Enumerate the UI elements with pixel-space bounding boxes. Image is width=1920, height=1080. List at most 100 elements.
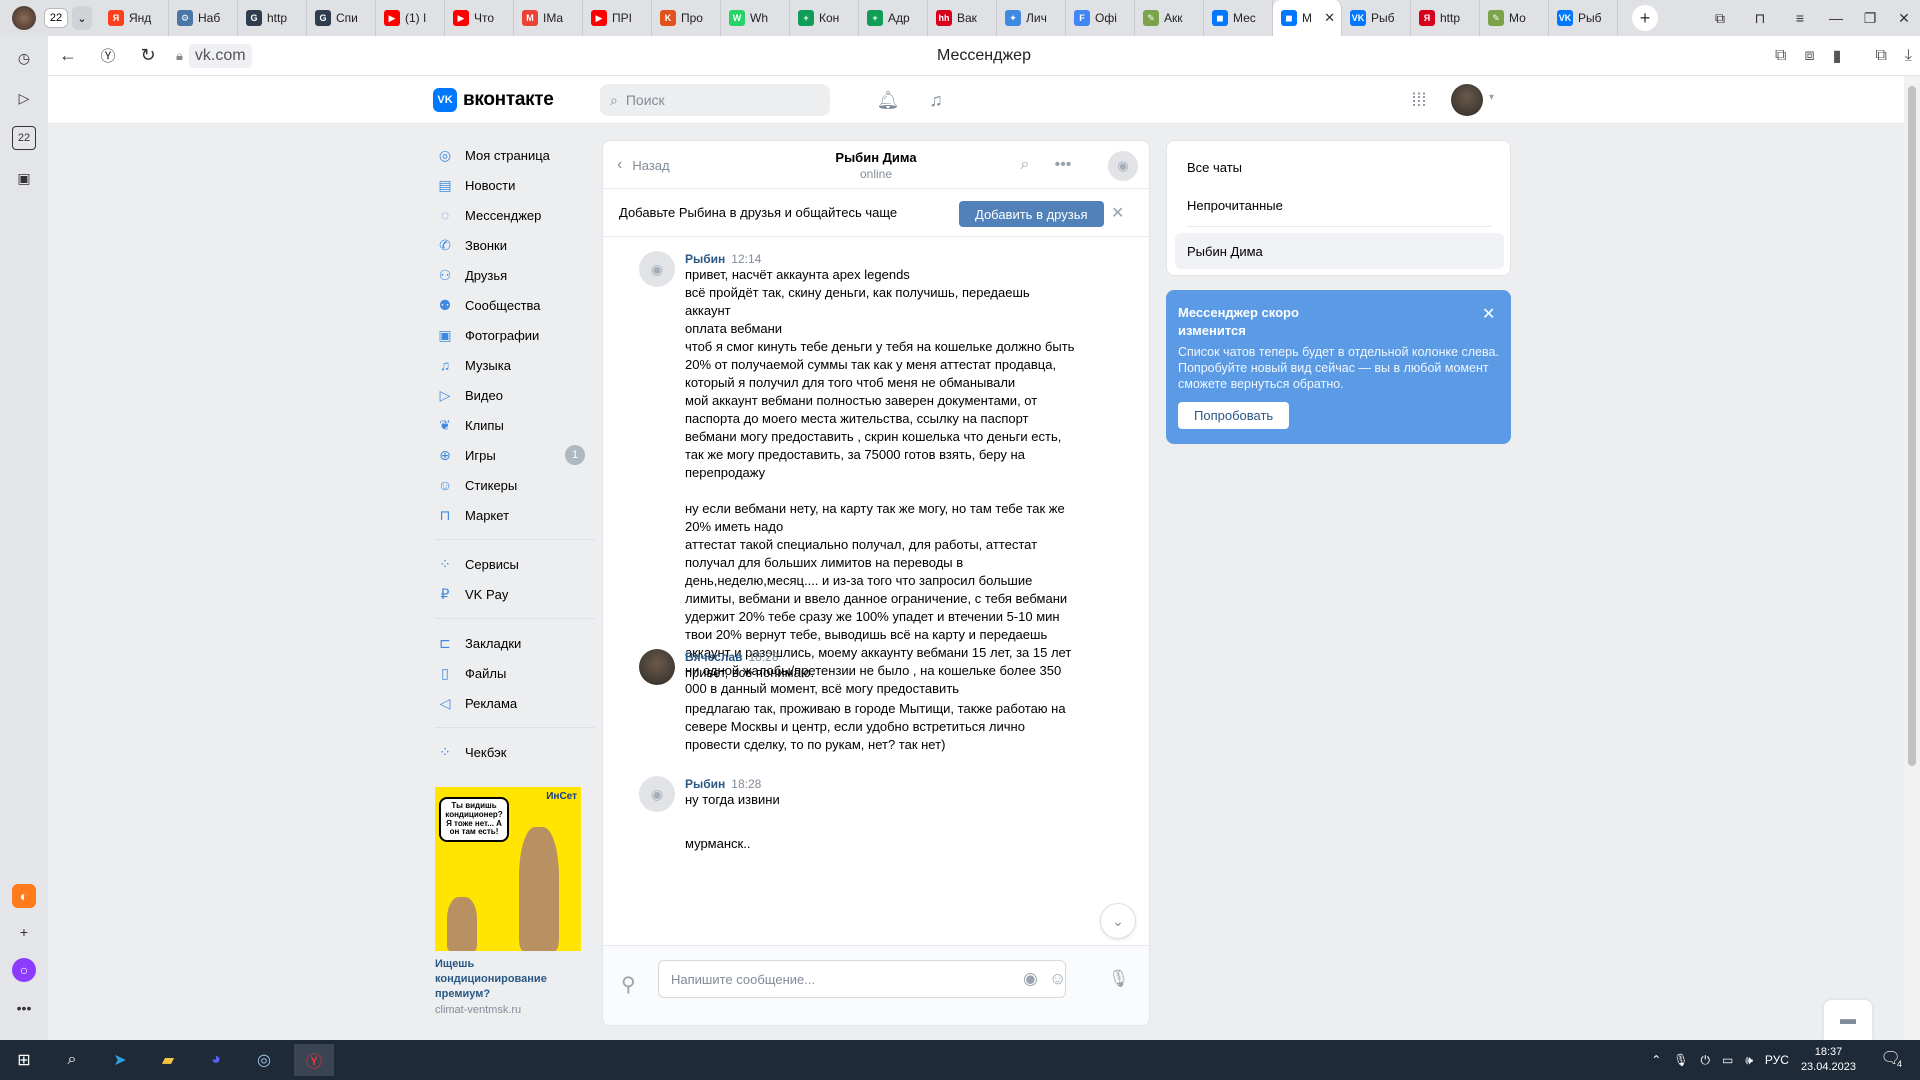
bookmark-page-icon[interactable]: ▮ (1833, 46, 1842, 66)
nav-item[interactable]: ☺ Стикеры (435, 470, 595, 500)
history-icon[interactable]: ◷ (12, 46, 36, 70)
nav-item[interactable]: ❦ Клипы (435, 410, 595, 440)
steam-icon[interactable]: ◎ (244, 1044, 284, 1076)
yandex-browser-icon[interactable]: Ⓨ (294, 1044, 334, 1076)
nav-item[interactable]: ₽ VK Pay (435, 579, 595, 609)
nav-item[interactable]: ⚇ Друзья (435, 260, 595, 290)
file-explorer-icon[interactable]: ▰ (148, 1044, 188, 1076)
message-author[interactable]: Вячеслав (685, 650, 743, 664)
power-icon[interactable]: ⏻ (1701, 1053, 1711, 1068)
translate-icon[interactable]: ⧉ (1775, 47, 1786, 65)
tab-manager-icon[interactable]: ⧉ (1702, 0, 1738, 36)
volume-icon[interactable]: 🕪︎ (1745, 1053, 1753, 1068)
tab-counter[interactable]: 22 (44, 8, 68, 28)
nav-item[interactable]: ◁ Реклама (435, 688, 595, 718)
camera-avatar-icon[interactable]: ◉ (639, 776, 675, 812)
nav-item[interactable]: ▯ Файлы (435, 658, 595, 688)
browser-tab[interactable]: + Адр (859, 0, 928, 36)
more-actions-icon[interactable]: ••• (1051, 153, 1075, 177)
browser-tab[interactable]: + Кон (790, 0, 859, 36)
paperclip-icon[interactable]: ⚲ (621, 972, 636, 997)
browser-tab[interactable]: ◼ М ✕ (1273, 0, 1342, 36)
play-icon[interactable]: ▷ (12, 86, 36, 110)
scrollbar-thumb[interactable] (1908, 86, 1916, 766)
alice-icon[interactable]: ○ (12, 958, 36, 982)
browser-tab[interactable]: ◼ Мес (1204, 0, 1273, 36)
collections-icon[interactable]: ⧉ (1875, 47, 1886, 65)
nav-item[interactable]: ✆ Звонки (435, 230, 595, 260)
chat-bubble-icon[interactable]: ▬ (1824, 1000, 1872, 1040)
browser-tab[interactable]: Ghttp (238, 0, 307, 36)
nav-item[interactable]: ⊏ Закладки (435, 628, 595, 658)
add-friend-button[interactable]: Добавить в друзья (959, 201, 1104, 227)
notifications-bell-icon[interactable]: 🔔︎ (876, 88, 900, 112)
close-icon[interactable]: ✕ (1482, 304, 1495, 324)
browser-tab[interactable]: ▶ (1) I (376, 0, 445, 36)
nav-item[interactable]: ▣ Фотографии (435, 320, 595, 350)
close-window-icon[interactable]: ✕ (1886, 0, 1920, 36)
browser-tab[interactable]: VK Рыб (1549, 0, 1618, 36)
message-time[interactable]: 18:28 (749, 650, 779, 664)
camera-icon[interactable]: ◉ (1023, 969, 1038, 989)
browser-tab[interactable]: ✎ Мо (1480, 0, 1549, 36)
network-icon[interactable]: ▭ (1722, 1053, 1733, 1067)
nav-item[interactable]: ◎ Моя страница (435, 140, 595, 170)
browser-tab[interactable]: F Офі (1066, 0, 1135, 36)
bookmarks-icon[interactable]: ⊓ (1742, 0, 1778, 36)
microphone-tray-icon[interactable]: 🎙︎ (1673, 1053, 1688, 1067)
unread-chats-item[interactable]: Непрочитанные (1175, 187, 1504, 223)
vk-logo[interactable]: VK вконтакте (433, 88, 554, 112)
windows-start-icon[interactable]: ⊞ (4, 1044, 44, 1076)
message-time[interactable]: 12:14 (731, 252, 761, 266)
close-icon[interactable]: ✕ (1111, 203, 1124, 223)
nav-item[interactable]: ⊕ Игры 1 (435, 440, 595, 470)
emoji-icon[interactable]: ☺ (1049, 969, 1066, 989)
try-button[interactable]: Попробовать (1178, 402, 1290, 429)
camera-avatar-icon[interactable]: ◉ (639, 251, 675, 287)
search-icon[interactable]: ⌕ (52, 1044, 92, 1076)
nav-item[interactable]: ♫ Музыка (435, 350, 595, 380)
downloads-icon[interactable]: ⤓ (1905, 47, 1912, 65)
back-arrow-icon[interactable]: ← (48, 36, 88, 76)
chevron-up-icon[interactable]: ⌃ (1651, 1053, 1661, 1067)
message-author[interactable]: Рыбин (685, 252, 725, 266)
add-panel-icon[interactable]: + (12, 920, 36, 944)
message-input[interactable]: Напишите сообщение... (658, 960, 1066, 998)
microphone-icon[interactable]: 🎙︎ (1108, 969, 1130, 989)
browser-tab[interactable]: ▶ Что (445, 0, 514, 36)
nav-item[interactable]: ⚉ Сообщества (435, 290, 595, 320)
tabs-menu-chevron-icon[interactable]: ⌄ (72, 6, 92, 30)
browser-tab[interactable]: Я Янд (100, 0, 169, 36)
minimize-icon[interactable]: — (1818, 0, 1854, 36)
browser-tab[interactable]: M IMa (514, 0, 583, 36)
more-icon[interactable]: ••• (12, 996, 36, 1020)
browser-tab[interactable]: W Wh (721, 0, 790, 36)
ad-banner[interactable]: Ты видишь кондиционер? Я тоже нет... А о… (435, 787, 581, 1016)
browser-tab[interactable]: G Спи (307, 0, 376, 36)
chevron-down-icon[interactable]: ▾ (1489, 92, 1494, 103)
calendar-icon[interactable]: 22 (12, 126, 36, 150)
telegram-icon[interactable]: ➤ (100, 1044, 140, 1076)
apps-grid-icon[interactable]: ⁞⁞⁞ (1407, 88, 1431, 112)
browser-tab[interactable]: Яhttp (1411, 0, 1480, 36)
browser-tab[interactable]: ✎ Акк (1135, 0, 1204, 36)
restore-icon[interactable]: ❐ (1852, 0, 1888, 36)
search-chat-icon[interactable]: ⌕ (1013, 153, 1037, 177)
browser-tab[interactable]: ▶ ПРІ (583, 0, 652, 36)
search-input[interactable]: ⌕ Поиск (600, 84, 830, 116)
all-chats-item[interactable]: Все чаты (1175, 149, 1504, 185)
url-field[interactable]: 🔒︎ vk.com (176, 43, 252, 68)
new-tab-button[interactable]: + (1632, 5, 1658, 31)
browser-tab[interactable]: VK Рыб (1342, 0, 1411, 36)
browser-menu-icon[interactable]: ≡ (1782, 0, 1818, 36)
nav-item[interactable]: ◌ Мессенджер (435, 200, 595, 230)
nav-item[interactable]: ▷ Видео (435, 380, 595, 410)
nav-item[interactable]: ⊓ Маркет (435, 500, 595, 530)
user-avatar[interactable] (1451, 84, 1483, 116)
nav-item[interactable]: ⁘ Чекбэк (435, 737, 595, 767)
message-history[interactable]: ◉ Рыбин 12:14 привет, насчёт аккаунта ape… (603, 237, 1149, 945)
scroll-down-chevron-icon[interactable]: ⌄ (1100, 903, 1136, 939)
ad-image[interactable]: Ты видишь кондиционер? Я тоже нет... А о… (435, 787, 581, 951)
profile-avatar[interactable] (12, 6, 36, 30)
reload-icon[interactable]: ↻ (128, 36, 168, 76)
